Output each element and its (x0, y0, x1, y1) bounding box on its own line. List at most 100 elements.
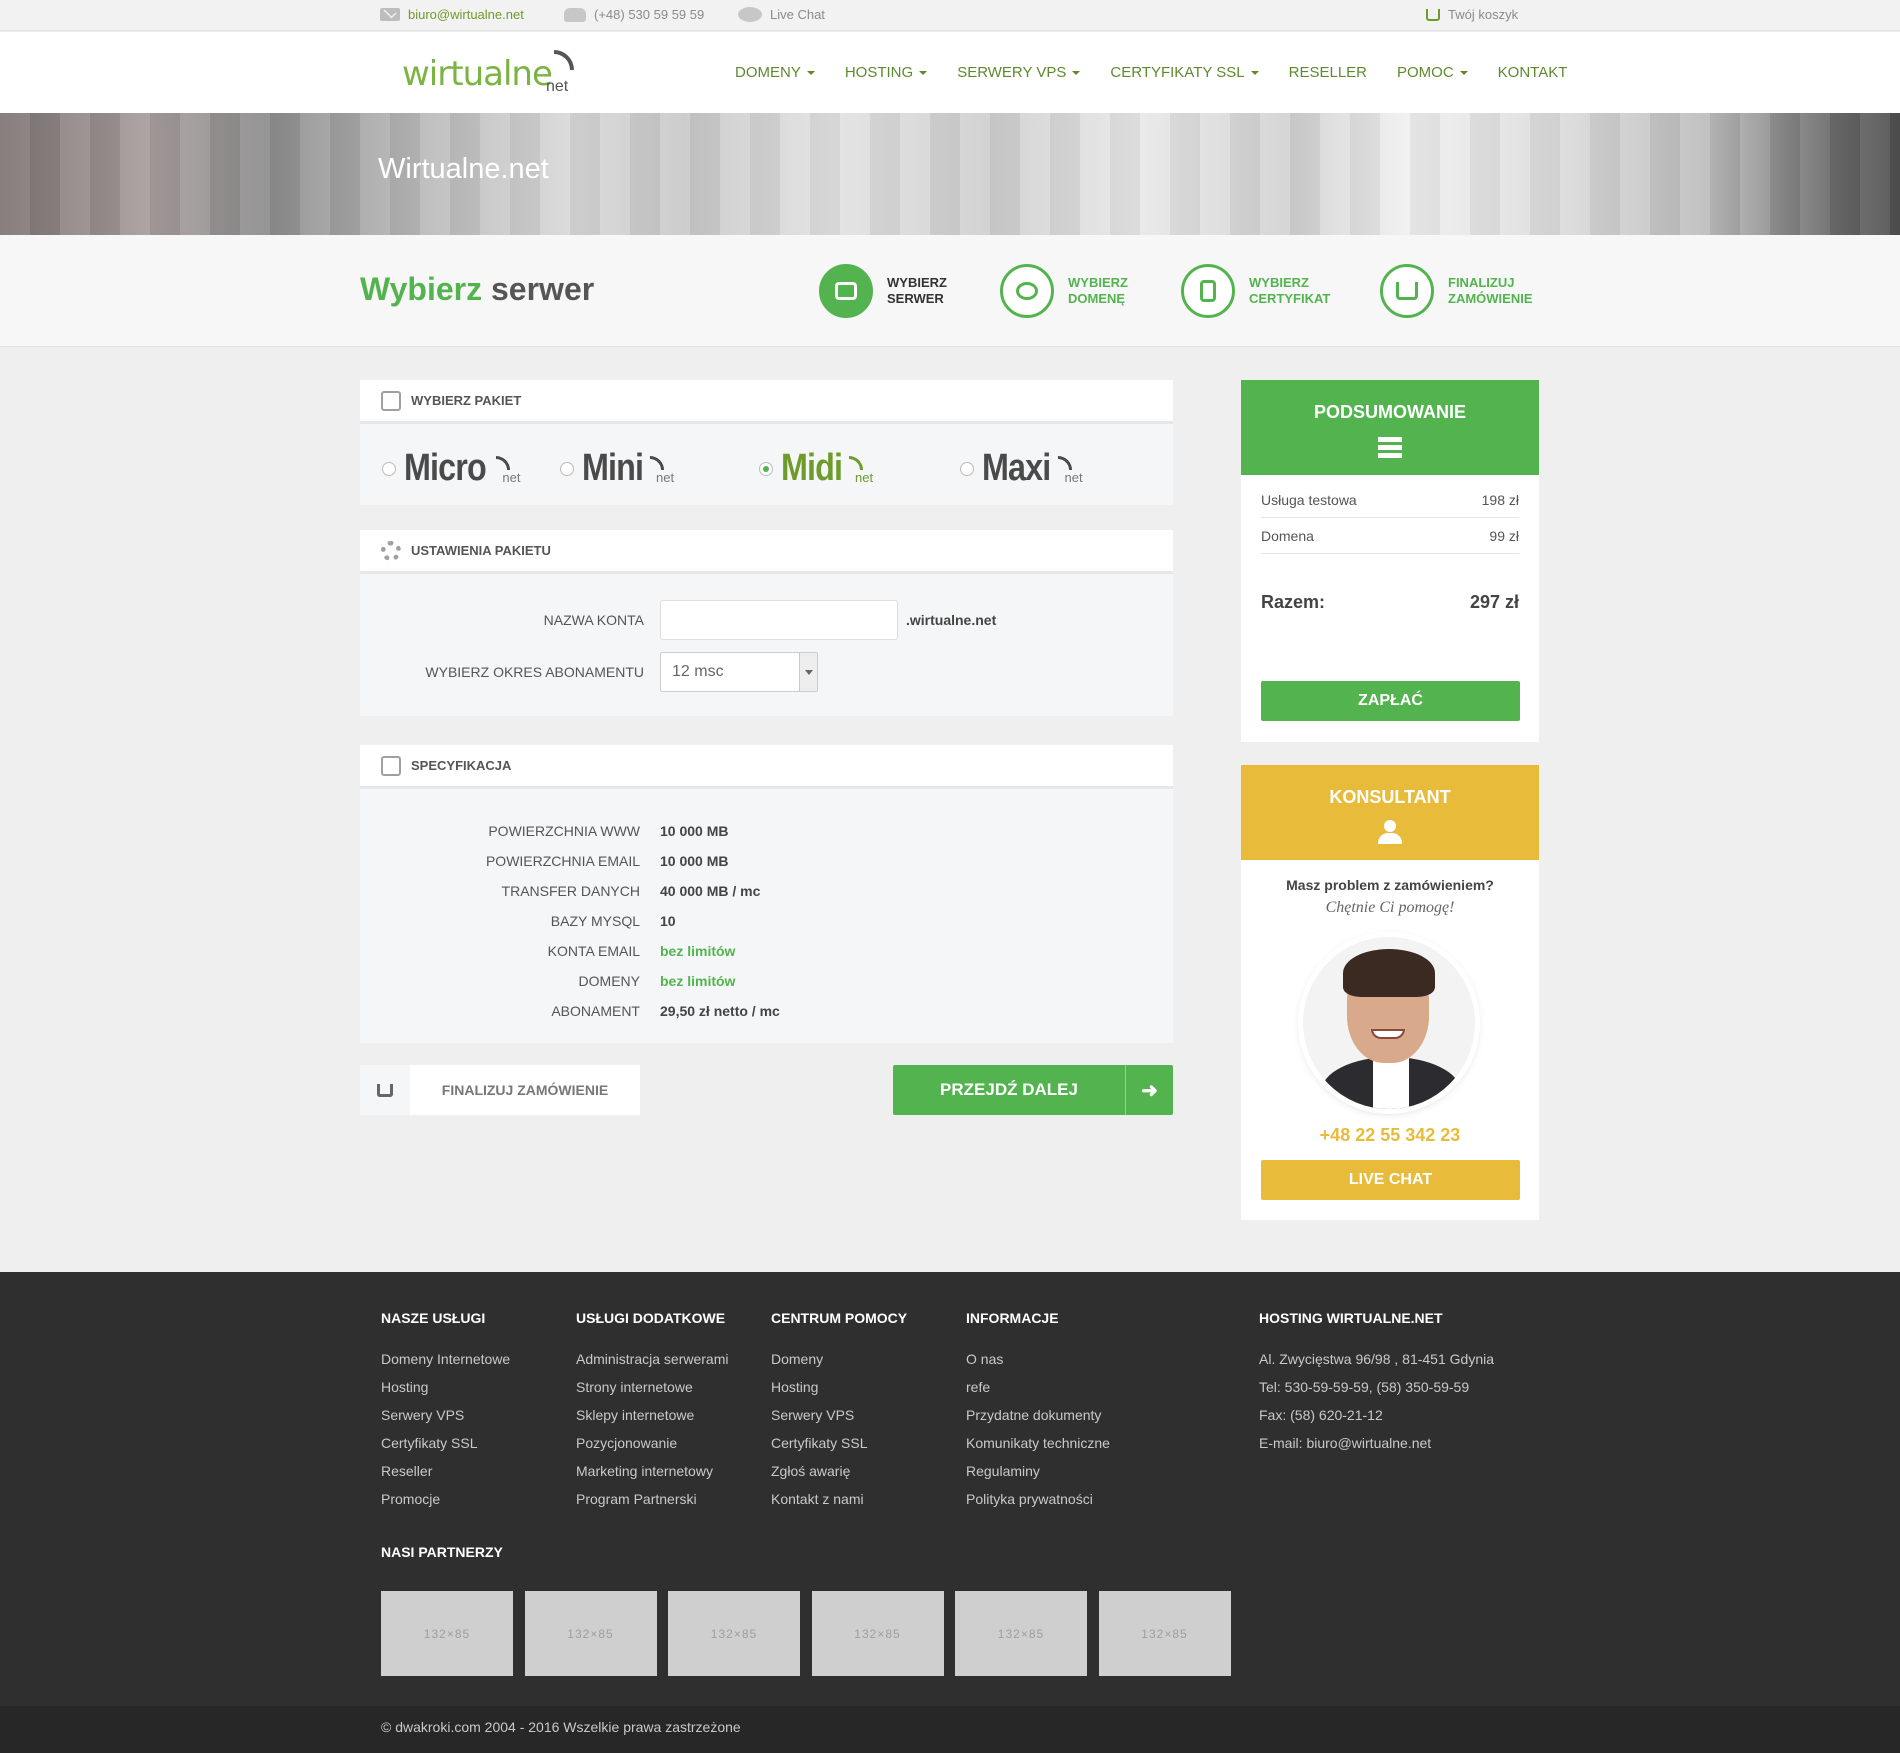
spec-panel: SPECYFIKACJA POWIERZCHNIA WWW 10 000 MB PO… (360, 745, 1173, 1043)
radio-maxi[interactable] (960, 461, 974, 476)
spec-value: 29,50 zł netto / mc (660, 1003, 780, 1019)
footer-link[interactable]: Program Partnerski (576, 1491, 728, 1519)
spec-key: KONTA EMAIL (547, 943, 640, 959)
footer-link[interactable]: Hosting (381, 1379, 510, 1407)
spec-key: POWIERZCHNIA EMAIL (485, 853, 640, 869)
footer-link[interactable]: Strony internetowe (576, 1379, 728, 1407)
radio-micro[interactable] (382, 461, 396, 476)
server-icon (819, 264, 873, 318)
nav-item-label: RESELLER (1288, 64, 1367, 81)
package-micro[interactable]: Micro net (382, 447, 520, 490)
hero-banner: Wirtualne.net (0, 113, 1900, 235)
footer-link[interactable]: Reseller (381, 1463, 510, 1491)
footer-link[interactable]: Sklepy internetowe (576, 1407, 728, 1435)
partner-logo[interactable]: 132×85 (524, 1591, 657, 1676)
footer-link[interactable]: Zgłoś awarię (771, 1463, 907, 1491)
cart-icon (1426, 8, 1440, 21)
phone-info: (+48) 530 59 59 59 (564, 7, 704, 22)
package-name: Micro (404, 447, 487, 489)
wifi-icon (554, 50, 574, 70)
total-value: 297 zł (1469, 592, 1519, 612)
footer-link[interactable]: Domeny (771, 1351, 907, 1379)
footer-link[interactable]: Serwery VPS (381, 1407, 510, 1435)
partner-logo[interactable]: 132×85 (1098, 1591, 1231, 1676)
period-select[interactable]: 12 msc (660, 652, 818, 692)
partner-logo[interactable]: 132×85 (381, 1591, 513, 1676)
footer-link[interactable]: Marketing internetowy (576, 1463, 728, 1491)
nav-item-certyfikaty-ssl[interactable]: CERTYFIKATY SSL (1095, 64, 1273, 81)
nav-item-domeny[interactable]: DOMENY (720, 64, 830, 81)
nav-item-serwery-vps[interactable]: SERWERY VPS (942, 64, 1095, 81)
period-row: WYBIERZ OKRES ABONAMENTU 12 msc (360, 652, 1173, 692)
partner-logo[interactable]: 132×85 (955, 1591, 1087, 1676)
step-finalize[interactable]: FINALIZUJ ZAMÓWIENIE (1380, 264, 1548, 318)
footer-link[interactable]: Certyfikaty SSL (771, 1435, 907, 1463)
footer-link[interactable]: Kontakt z nami (771, 1491, 907, 1519)
nav-item-pomoc[interactable]: POMOC (1382, 64, 1483, 81)
nav-item-kontakt[interactable]: KONTAKT (1483, 64, 1583, 81)
spec-row: BAZY MYSQL 10 (360, 913, 1173, 943)
footer-link[interactable]: O nas (966, 1351, 1110, 1379)
summary-row: Usługa testowa 198 zł (1261, 482, 1519, 518)
site-footer: NASZE USŁUGI Domeny Internetowe Hosting Ser… (0, 1272, 1900, 1706)
partner-logo[interactable]: 132×85 (811, 1591, 944, 1676)
caret-down-icon (919, 71, 928, 76)
step-domain[interactable]: WYBIERZ DOMENĘ (1000, 264, 1168, 318)
footer-link[interactable]: Przydatne dokumenty (966, 1407, 1110, 1435)
nav-item-hosting[interactable]: HOSTING (830, 64, 942, 81)
certificate-icon (1181, 264, 1235, 318)
footer-link[interactable]: Promocje (381, 1491, 510, 1519)
email-link[interactable]: biuro@wirtualne.net (380, 7, 524, 22)
package-panel: WYBIERZ PAKIET Micro net Mini net Midi n… (360, 380, 1173, 505)
partner-logo[interactable]: 132×85 (668, 1591, 800, 1676)
radio-midi[interactable] (759, 461, 773, 476)
footer-link[interactable]: Domeny Internetowe (381, 1351, 510, 1379)
account-name-input[interactable] (660, 600, 898, 640)
spec-panel-title: SPECYFIKACJA (411, 758, 512, 773)
finalize-order-button[interactable]: FINALIZUJ ZAMÓWIENIE (360, 1065, 640, 1115)
step-server[interactable]: WYBIERZ SERWER (819, 264, 987, 318)
next-step-button[interactable]: PRZEJDŹ DALEJ ➜ (893, 1065, 1173, 1115)
caret-down-icon (1459, 71, 1468, 76)
footer-link[interactable]: Polityka prywatności (966, 1491, 1110, 1519)
footer-link[interactable]: Komunikaty techniczne (966, 1435, 1110, 1463)
step-certificate[interactable]: WYBIERZ CERTYFIKAT (1181, 264, 1349, 318)
wifi-icon (848, 455, 863, 470)
consultant-title: KONSULTANT (1329, 787, 1451, 807)
footer-link[interactable]: Hosting (771, 1379, 907, 1407)
nav-item-reseller[interactable]: RESELLER (1274, 64, 1382, 81)
spec-key: ABONAMENT (551, 1003, 640, 1019)
pay-button[interactable]: ZAPŁAĆ (1261, 681, 1520, 721)
phone-icon (564, 7, 586, 22)
footer-column-title: USŁUGI DODATKOWE (576, 1310, 726, 1326)
live-chat-button[interactable]: LIVE CHAT (1261, 1160, 1520, 1200)
footer-link[interactable]: Serwery VPS (771, 1407, 907, 1435)
spec-row: DOMENY bez limitów (360, 973, 1173, 1003)
footer-link[interactable]: Pozycjonowanie (576, 1435, 728, 1463)
logo[interactable]: wirtualne net (402, 48, 582, 98)
radio-mini[interactable] (560, 461, 574, 476)
consultant-phone[interactable]: +48 22 55 342 23 (1241, 1125, 1539, 1146)
account-suffix: .wirtualne.net (906, 612, 997, 628)
package-midi[interactable]: Midi net (759, 447, 873, 490)
package-sub: net (502, 470, 521, 485)
spec-row: POWIERZCHNIA WWW 10 000 MB (360, 823, 1173, 853)
footer-column-title: NASZE USŁUGI (381, 1310, 486, 1326)
footer-link[interactable]: Regulaminy (966, 1463, 1110, 1491)
settings-panel-title: USTAWIENIA PAKIETU (411, 543, 551, 558)
account-row: NAZWA KONTA .wirtualne.net (360, 600, 1173, 640)
live-chat-link[interactable]: Live Chat (738, 7, 825, 22)
user-icon (1378, 820, 1402, 844)
page-title: Wybierz serwer (360, 271, 594, 308)
logo-sub-text: net (546, 78, 569, 95)
cart-icon (360, 1065, 410, 1115)
footer-link[interactable]: Certyfikaty SSL (381, 1435, 510, 1463)
package-maxi[interactable]: Maxi net (960, 447, 1083, 490)
footer-link[interactable]: Administracja serwerami (576, 1351, 728, 1379)
footer-link[interactable]: refe (966, 1379, 1110, 1407)
cart-link[interactable]: Twój koszyk (1426, 7, 1518, 22)
nav-item-label: DOMENY (735, 64, 801, 81)
live-chat-text: Live Chat (770, 7, 825, 22)
package-mini[interactable]: Mini net (560, 447, 674, 490)
footer-contact-line: E-mail: biuro@wirtualne.net (1259, 1435, 1432, 1451)
